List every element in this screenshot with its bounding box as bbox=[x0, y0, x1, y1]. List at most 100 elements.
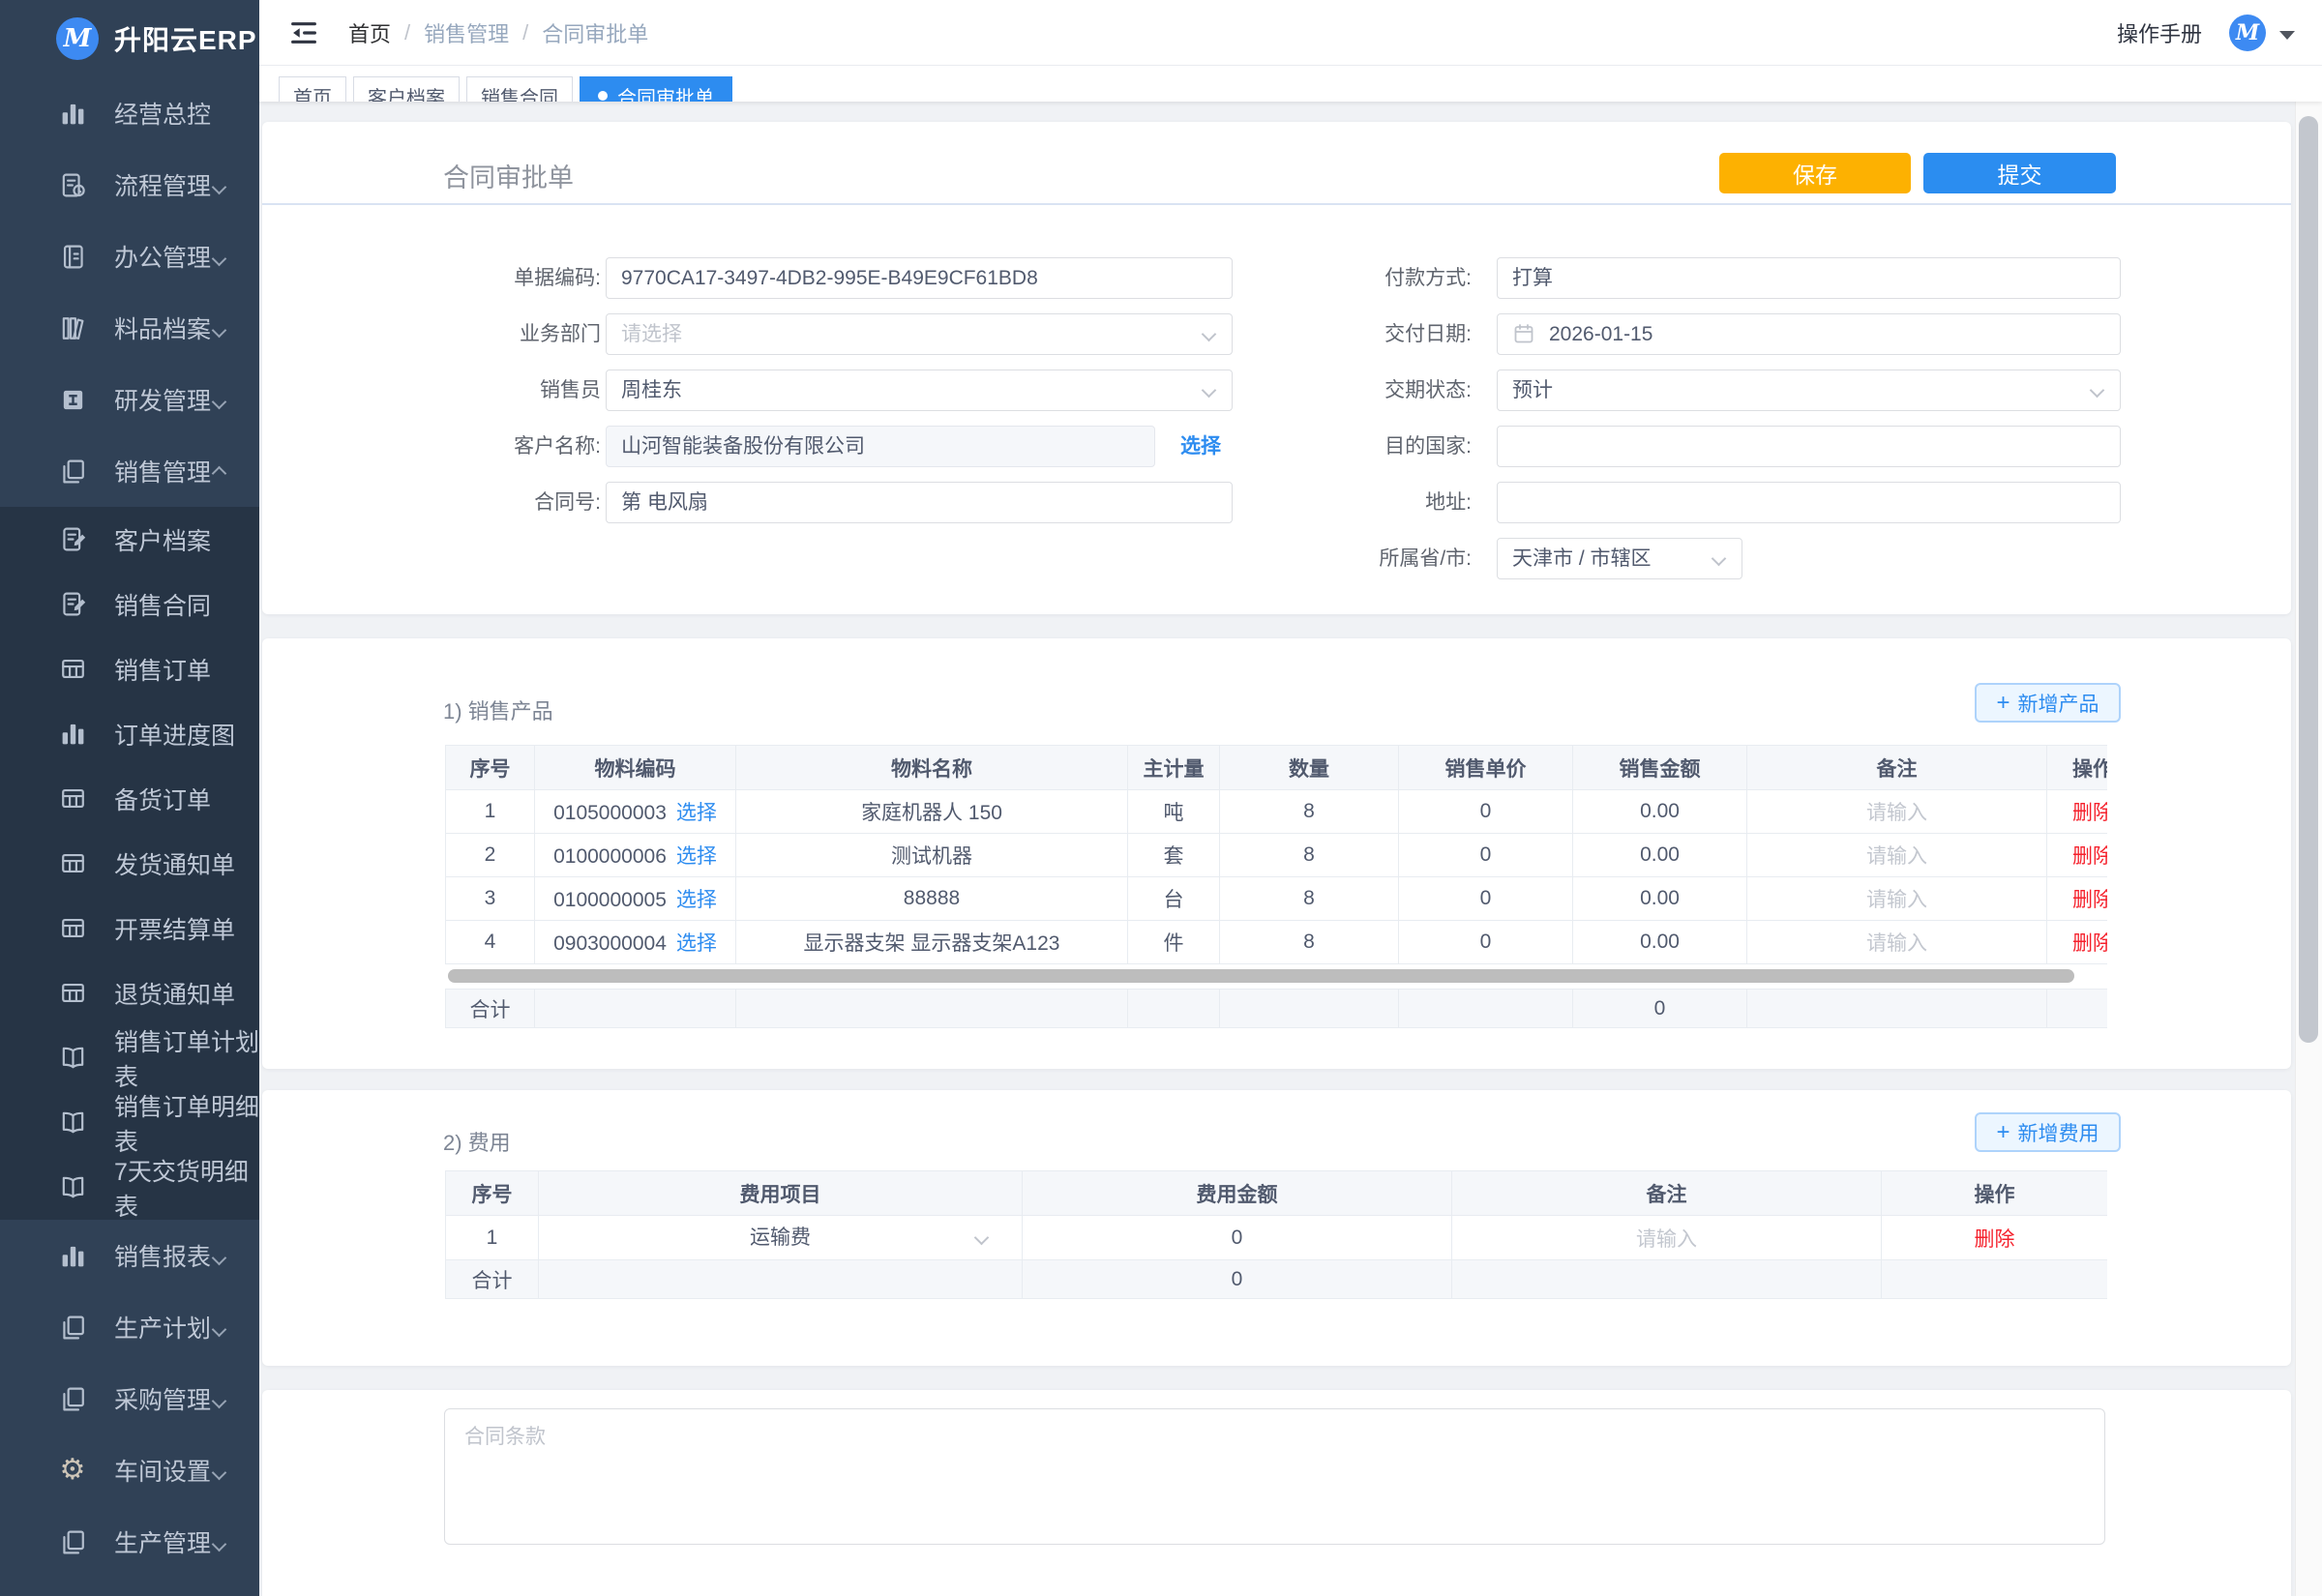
tab-label: 首页 bbox=[293, 82, 332, 103]
sidebar-item-shipping-notice[interactable]: 发货通知单 bbox=[0, 831, 259, 896]
sidebar-item-sales-report[interactable]: 销售报表 bbox=[0, 1220, 259, 1291]
products-panel: 1) 销售产品 +新增产品 序号 物料编码 物料名称 主计量 数量 销售单价 销… bbox=[262, 638, 2291, 1069]
cell-price[interactable]: 0 bbox=[1399, 834, 1573, 877]
col-price: 销售单价 bbox=[1399, 746, 1573, 790]
choose-link[interactable]: 选择 bbox=[676, 802, 717, 824]
sidebar-fold-icon[interactable] bbox=[288, 17, 319, 48]
sidebar-item-material-archive[interactable]: 料品档案 bbox=[0, 292, 259, 364]
sidebar-item-sales-order-plan[interactable]: 销售订单计划表 bbox=[0, 1025, 259, 1090]
vertical-scrollbar-thumb[interactable] bbox=[2299, 116, 2318, 1043]
sidebar-item-return-notice[interactable]: 退货通知单 bbox=[0, 961, 259, 1025]
delivery-status-value: 预计 bbox=[1512, 379, 1553, 401]
chevron-down-icon bbox=[212, 1251, 227, 1266]
sidebar-item-label: 采购管理 bbox=[114, 1381, 211, 1416]
sidebar-item-sales-order-detail[interactable]: 销售订单明细表 bbox=[0, 1090, 259, 1155]
dest-country-input[interactable] bbox=[1497, 426, 2121, 467]
sidebar-item-order-progress[interactable]: 订单进度图 bbox=[0, 701, 259, 766]
customer-input: 山河智能装备股份有限公司 bbox=[606, 426, 1155, 467]
cell-remark[interactable]: 请输入 bbox=[1747, 790, 2047, 834]
contract-no-input[interactable]: 第 电风扇 bbox=[606, 482, 1233, 523]
cell-empty bbox=[1747, 990, 2047, 1028]
cell-fee-amount[interactable]: 0 bbox=[1023, 1216, 1452, 1260]
sidebar-item-business-overview[interactable]: 经营总控 bbox=[0, 77, 259, 149]
sidebar-item-rnd-mgmt[interactable]: 研发管理 bbox=[0, 364, 259, 435]
sidebar-item-sales-mgmt[interactable]: 销售管理 bbox=[0, 435, 259, 507]
sidebar-item-sales-order[interactable]: 销售订单 bbox=[0, 636, 259, 701]
sidebar-item-processing-workshop[interactable]: 加工车间 bbox=[0, 1578, 259, 1596]
cell-qty[interactable]: 8 bbox=[1220, 877, 1399, 921]
cell-price[interactable]: 0 bbox=[1399, 877, 1573, 921]
sidebar-item-label: 发货通知单 bbox=[114, 846, 235, 881]
tab-sales-contract[interactable]: 销售合同 bbox=[466, 76, 573, 102]
sidebar-item-process-mgmt[interactable]: 流程管理 bbox=[0, 149, 259, 221]
address-input[interactable] bbox=[1497, 482, 2121, 523]
cell-qty[interactable]: 8 bbox=[1220, 921, 1399, 964]
sidebar-item-stock-order[interactable]: 备货订单 bbox=[0, 766, 259, 831]
delete-link[interactable]: 删除 bbox=[1975, 1228, 2015, 1251]
main-content: 合同审批单 保存 提交 单据编码: 9770CA17-3497-4DB2-995… bbox=[259, 102, 2322, 1596]
horizontal-scrollbar-thumb[interactable] bbox=[448, 969, 2074, 983]
submit-button[interactable]: 提交 bbox=[1923, 153, 2116, 193]
delete-link[interactable]: 删除 bbox=[2072, 802, 2107, 824]
add-fee-label: 新增费用 bbox=[2018, 1118, 2099, 1147]
sidebar-item-workshop-settings[interactable]: ⚙ 车间设置 bbox=[0, 1434, 259, 1506]
caret-down-icon[interactable] bbox=[2279, 31, 2295, 40]
sidebar-item-sales-contract[interactable]: 销售合同 bbox=[0, 572, 259, 636]
salesman-select[interactable]: 周桂东 bbox=[606, 369, 1233, 411]
sidebar-item-invoice-settlement[interactable]: 开票结算单 bbox=[0, 896, 259, 961]
cell-unit: 台 bbox=[1128, 877, 1220, 921]
cell-remark[interactable]: 请输入 bbox=[1747, 921, 2047, 964]
sidebar-item-label: 办公管理 bbox=[114, 239, 211, 274]
sidebar-item-label: 车间设置 bbox=[114, 1453, 211, 1488]
sidebar-item-office-mgmt[interactable]: 办公管理 bbox=[0, 221, 259, 292]
delivery-status-select[interactable]: 预计 bbox=[1497, 369, 2121, 411]
cell-remark[interactable]: 请输入 bbox=[1747, 834, 2047, 877]
choose-link[interactable]: 选择 bbox=[676, 845, 717, 868]
sidebar-item-production-mgmt[interactable]: 生产管理 bbox=[0, 1506, 259, 1578]
products-table: 序号 物料编码 物料名称 主计量 数量 销售单价 销售金额 备注 操作 1 01… bbox=[445, 745, 2107, 964]
total-amount: 0 bbox=[1023, 1260, 1452, 1299]
contract-terms-textarea[interactable]: 合同条款 bbox=[444, 1408, 2105, 1545]
cell-price[interactable]: 0 bbox=[1399, 790, 1573, 834]
fee-item-select[interactable]: 运输费 bbox=[539, 1216, 1022, 1259]
delivery-date-input[interactable]: 2026-01-15 bbox=[1497, 313, 2121, 355]
cell-qty[interactable]: 8 bbox=[1220, 834, 1399, 877]
breadcrumb-separator: / bbox=[522, 20, 528, 45]
products-total-table: 合计 0 bbox=[445, 989, 2107, 1028]
chevron-down-icon bbox=[212, 251, 227, 267]
payment-input[interactable]: 打算 bbox=[1497, 257, 2121, 299]
doc-no-input[interactable]: 9770CA17-3497-4DB2-995E-B49E9CF61BD8 bbox=[606, 257, 1233, 299]
cell-price[interactable]: 0 bbox=[1399, 921, 1573, 964]
delete-link[interactable]: 删除 bbox=[2072, 932, 2107, 955]
breadcrumb-home[interactable]: 首页 bbox=[348, 17, 391, 48]
delete-link[interactable]: 删除 bbox=[2072, 889, 2107, 911]
choose-link[interactable]: 选择 bbox=[676, 932, 717, 955]
avatar[interactable]: M bbox=[2229, 15, 2266, 51]
cell-remark[interactable]: 请输入 bbox=[1452, 1216, 1882, 1260]
cell-remark[interactable]: 请输入 bbox=[1747, 877, 2047, 921]
breadcrumb-sales-mgmt[interactable]: 销售管理 bbox=[424, 17, 509, 48]
add-product-button[interactable]: +新增产品 bbox=[1975, 683, 2121, 723]
add-fee-button[interactable]: +新增费用 bbox=[1975, 1112, 2121, 1152]
save-button[interactable]: 保存 bbox=[1719, 153, 1911, 193]
fees-total-row: 合计 0 bbox=[446, 1260, 2108, 1299]
tab-customer-archive[interactable]: 客户档案 bbox=[353, 76, 460, 102]
sidebar-item-delivery-7day-detail[interactable]: 7天交货明细表 bbox=[0, 1155, 259, 1220]
delete-link[interactable]: 删除 bbox=[2072, 845, 2107, 868]
customer-choose-link[interactable]: 选择 bbox=[1180, 426, 1221, 467]
choose-link[interactable]: 选择 bbox=[676, 889, 717, 911]
cell-action: 删除 bbox=[2047, 877, 2108, 921]
manual-link[interactable]: 操作手册 bbox=[2117, 17, 2202, 48]
tab-home[interactable]: 首页 bbox=[279, 76, 346, 102]
chevron-down-icon bbox=[212, 1394, 227, 1409]
cell-amount: 0.00 bbox=[1573, 921, 1747, 964]
sidebar-item-customer-archive[interactable]: 客户档案 bbox=[0, 507, 259, 572]
dept-select[interactable]: 请选择 bbox=[606, 313, 1233, 355]
sidebar-item-production-plan[interactable]: 生产计划 bbox=[0, 1291, 259, 1363]
tab-contract-approval[interactable]: 合同审批单 bbox=[580, 76, 732, 102]
cell-qty[interactable]: 8 bbox=[1220, 790, 1399, 834]
province-select[interactable]: 天津市 / 市辖区 bbox=[1497, 538, 1742, 579]
remark-placeholder: 请输入 bbox=[1866, 889, 1927, 911]
sidebar-item-purchase-mgmt[interactable]: 采购管理 bbox=[0, 1363, 259, 1434]
sidebar-item-label: 开票结算单 bbox=[114, 911, 235, 946]
